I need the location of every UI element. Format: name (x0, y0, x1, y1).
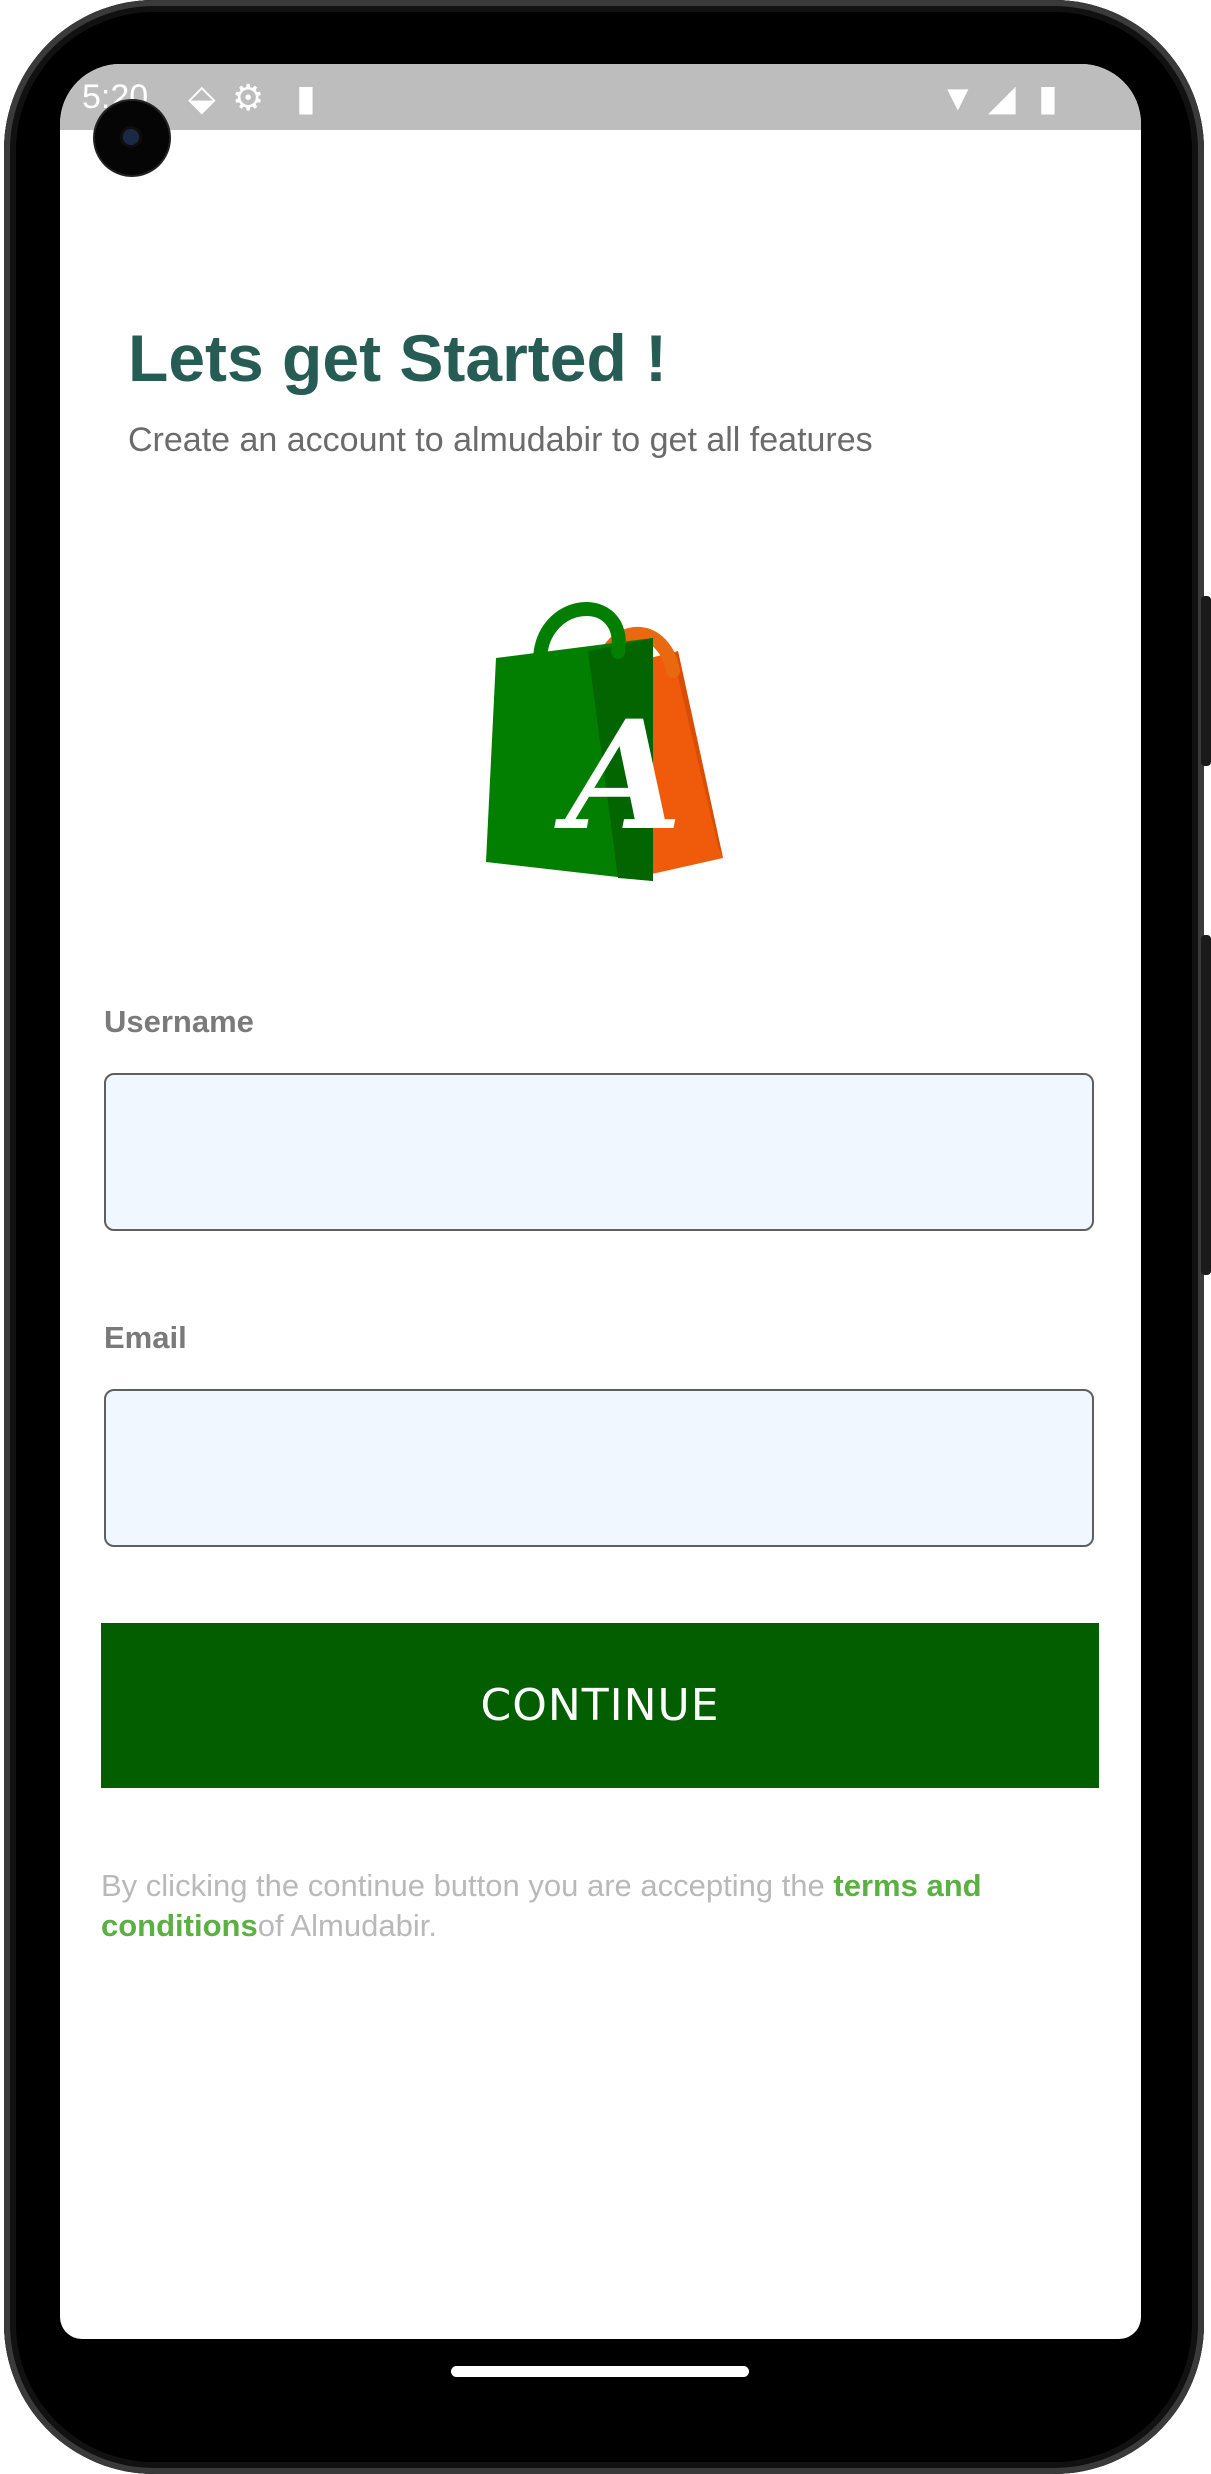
sd-card-icon: ▮ (296, 77, 316, 118)
username-input[interactable] (104, 1073, 1094, 1231)
power-button (1201, 596, 1211, 766)
email-label: Email (104, 1320, 187, 1355)
app-screen: 5:20 ⬙ ⚙ ▮ ▼ ◢ ▮ Lets get Started ! Crea… (60, 64, 1141, 2339)
almudabir-logo: A (486, 602, 723, 881)
volume-button (1201, 935, 1211, 1275)
phone-frame: 5:20 ⬙ ⚙ ▮ ▼ ◢ ▮ Lets get Started ! Crea… (0, 0, 1211, 2474)
username-label: Username (104, 1004, 254, 1039)
terms-prefix: By clicking the continue button you are … (101, 1868, 834, 1903)
page-subtitle: Create an account to almudabir to get al… (128, 421, 873, 459)
logo-letter: A (554, 688, 682, 864)
terms-notice: By clicking the continue button you are … (101, 1866, 1101, 1946)
battery-icon: ▮ (1038, 77, 1058, 118)
wifi-icon: ▼ (940, 77, 976, 118)
page-title: Lets get Started ! (128, 321, 668, 395)
continue-button[interactable]: CONTINUE (101, 1623, 1099, 1788)
terms-suffix: of Almudabir. (257, 1908, 437, 1943)
location-icon: ⬙ (188, 77, 216, 118)
email-input[interactable] (104, 1389, 1094, 1547)
settings-icon: ⚙ (232, 77, 265, 118)
front-camera (95, 101, 169, 175)
home-gesture-handle[interactable] (451, 2366, 749, 2377)
status-bar: 5:20 ⬙ ⚙ ▮ ▼ ◢ ▮ (60, 64, 1141, 130)
cell-signal-icon: ◢ (988, 77, 1016, 118)
